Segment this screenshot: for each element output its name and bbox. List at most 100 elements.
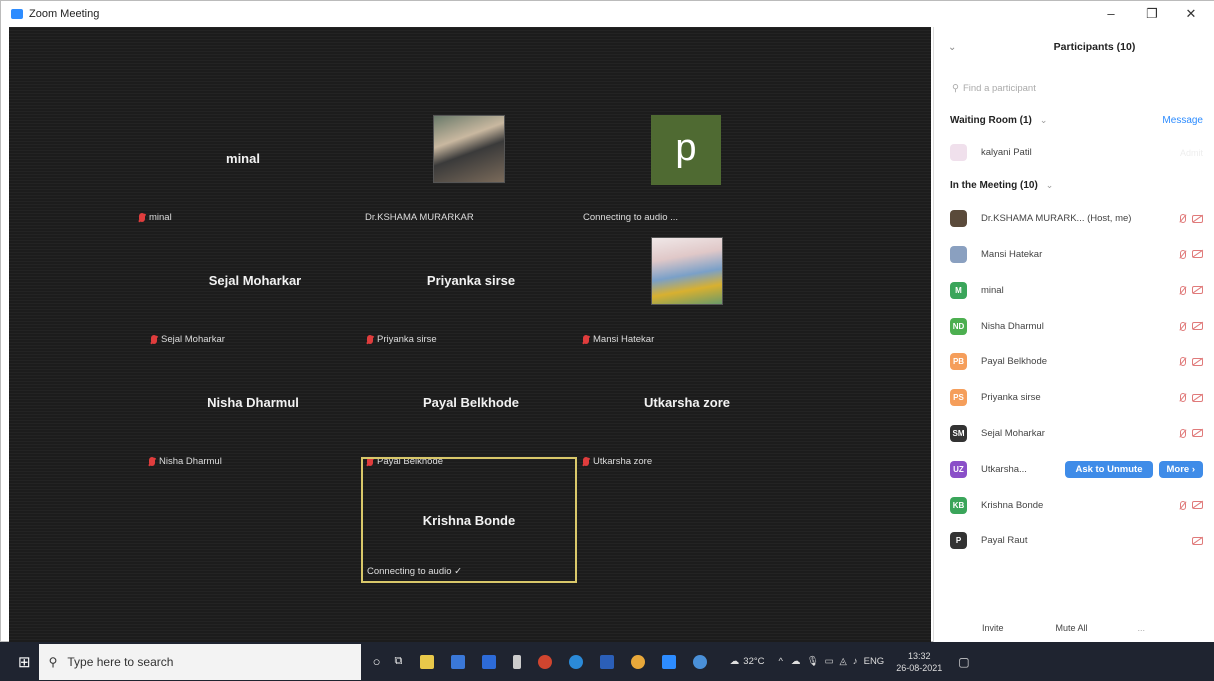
mute-all-button[interactable]: Mute All bbox=[1056, 623, 1088, 633]
participant-status-icons bbox=[1180, 357, 1203, 367]
chrome-icon[interactable] bbox=[631, 654, 646, 669]
tile-name-tag: minal bbox=[139, 212, 172, 223]
minimize-button[interactable]: – bbox=[1096, 5, 1126, 23]
tray-chevron-icon[interactable]: ^ bbox=[779, 656, 783, 667]
zoom-app-icon bbox=[11, 9, 23, 19]
video-tile[interactable]: Sejal Moharkar Sejal Moharkar bbox=[147, 227, 363, 351]
tile-big-name: Utkarsha zore bbox=[644, 395, 730, 410]
windows-start-icon[interactable]: ⊞ bbox=[18, 653, 31, 671]
more-options-button[interactable]: ... bbox=[1138, 623, 1146, 633]
participant-row[interactable]: KB Krishna Bonde bbox=[934, 487, 1214, 523]
close-button[interactable]: ✕ bbox=[1176, 5, 1206, 23]
video-off-icon bbox=[1192, 357, 1203, 366]
mic-muted-icon bbox=[367, 335, 373, 344]
ask-to-unmute-button[interactable]: Ask to Unmute bbox=[1065, 460, 1153, 478]
taskbar-search-input[interactable]: ⚲ Type here to search bbox=[38, 643, 361, 680]
tile-big-name: minal bbox=[226, 151, 260, 166]
participant-status-icons bbox=[1180, 285, 1203, 295]
mic-muted-icon bbox=[139, 213, 145, 222]
search-icon: ⚲ bbox=[48, 654, 58, 669]
participant-row[interactable]: UZ Utkarsha... Ask to Unmute More › bbox=[934, 451, 1214, 487]
active-speaker-tile[interactable]: Krishna Bonde Connecting to audio ✓ bbox=[361, 457, 577, 583]
mic-muted-icon bbox=[151, 335, 157, 344]
participant-row[interactable]: P Payal Raut bbox=[934, 523, 1214, 559]
video-tile[interactable]: Utkarsha zore Utkarsha zore bbox=[579, 349, 795, 473]
participant-search[interactable]: ⚲ Find a participant bbox=[952, 77, 1205, 99]
tile-big-name: Priyanka sirse bbox=[426, 273, 516, 288]
participant-video bbox=[433, 115, 505, 183]
tile-name-tag: Sejal Moharkar bbox=[151, 334, 225, 345]
video-off-icon bbox=[1192, 536, 1203, 545]
mail-icon[interactable] bbox=[451, 654, 466, 669]
participant-name: Nisha Dharmul bbox=[981, 320, 1044, 332]
participant-row[interactable]: PS Priyanka sirse bbox=[934, 380, 1214, 416]
bolt-app-icon[interactable] bbox=[513, 654, 522, 669]
participant-row[interactable]: Dr.KSHAMA MURARK... (Host, me) bbox=[934, 201, 1214, 237]
microphone-icon[interactable]: 🎙 bbox=[807, 656, 819, 667]
video-tile[interactable]: Payal Belkhode Payal Belkhode bbox=[363, 349, 579, 473]
participant-row[interactable]: ND Nisha Dharmul bbox=[934, 308, 1214, 344]
participants-panel: ⌄ Participants (10) ⚲ Find a participant… bbox=[933, 27, 1214, 643]
participant-name: Sejal Moharkar bbox=[981, 427, 1045, 439]
video-tile[interactable]: Priyanka sirse Priyanka sirse bbox=[363, 227, 579, 351]
participant-row[interactable]: Mminal bbox=[934, 272, 1214, 308]
help-icon[interactable] bbox=[693, 654, 708, 669]
mic-muted-icon bbox=[1180, 357, 1186, 367]
participant-row[interactable]: Mansi Hatekar bbox=[934, 237, 1214, 273]
admit-button[interactable]: Admit bbox=[1180, 148, 1203, 158]
window-title: Zoom Meeting bbox=[29, 8, 100, 20]
video-tile[interactable]: Dr.KSHAMA MURARKAR bbox=[361, 105, 577, 229]
collapse-chevron-icon[interactable]: ⌄ bbox=[948, 42, 956, 53]
volume-icon[interactable]: ♪ bbox=[853, 656, 858, 667]
maximize-button[interactable]: ❐ bbox=[1137, 5, 1167, 23]
windows-taskbar: ⊞ ⚲ Type here to search ○ ⧉ ☁ 32°C ^ ☁ 🎙… bbox=[0, 642, 1214, 681]
search-icon: ⚲ bbox=[952, 82, 959, 94]
invite-button[interactable]: Invite bbox=[982, 623, 1004, 633]
word-icon[interactable] bbox=[600, 654, 615, 669]
participant-name: Mansi Hatekar bbox=[981, 248, 1043, 260]
mic-muted-icon bbox=[583, 335, 589, 344]
video-tile[interactable]: Mansi Hatekar bbox=[579, 227, 795, 351]
zoom-window: Zoom Meeting – ❐ ✕ minal minal Dr.KSHAMA… bbox=[0, 0, 1214, 643]
clock[interactable]: 13:32 26-08-2021 bbox=[896, 650, 942, 674]
participant-row[interactable]: PB Payal Belkhode bbox=[934, 344, 1214, 380]
waiting-room-header[interactable]: Waiting Room (1) ⌄ Message bbox=[934, 105, 1214, 135]
participant-name: Dr.KSHAMA MURARK... (Host, me) bbox=[981, 213, 1132, 225]
mic-muted-icon bbox=[1180, 500, 1186, 510]
participant-row[interactable]: SM Sejal Moharkar bbox=[934, 416, 1214, 452]
cloud-icon[interactable]: ☁ bbox=[791, 656, 801, 667]
tile-name-tag: Priyanka sirse bbox=[367, 334, 437, 345]
dropbox-icon[interactable] bbox=[482, 654, 497, 669]
language-indicator[interactable]: ENG bbox=[864, 656, 885, 667]
edge-icon[interactable] bbox=[569, 654, 584, 669]
zoom-taskbar-icon[interactable] bbox=[662, 654, 677, 669]
participant-status-icons bbox=[1180, 500, 1203, 510]
more-button[interactable]: More › bbox=[1158, 460, 1203, 478]
tile-big-name: Sejal Moharkar bbox=[208, 273, 302, 288]
waiting-participant-row[interactable]: kalyani Patil Admit bbox=[934, 135, 1214, 171]
panel-header: ⌄ Participants (10) bbox=[934, 27, 1214, 67]
in-meeting-header[interactable]: In the Meeting (10) ⌄ bbox=[934, 171, 1214, 201]
video-off-icon bbox=[1192, 322, 1203, 331]
video-tile[interactable]: p Connecting to audio ... bbox=[579, 105, 795, 229]
weather-icon[interactable]: ☁ bbox=[730, 656, 740, 667]
powerpoint-icon[interactable] bbox=[538, 654, 553, 669]
message-button[interactable]: Message bbox=[1162, 115, 1203, 126]
video-tile[interactable]: minal minal bbox=[135, 105, 351, 229]
video-off-icon bbox=[1192, 286, 1203, 295]
mic-muted-icon bbox=[1180, 214, 1186, 224]
battery-icon[interactable]: ▭ bbox=[825, 656, 834, 667]
title-bar: Zoom Meeting – ❐ ✕ bbox=[1, 1, 1214, 27]
video-tile[interactable]: Nisha Dharmul Nisha Dharmul bbox=[145, 349, 361, 473]
cortana-icon[interactable]: ○ bbox=[373, 654, 381, 669]
temperature[interactable]: 32°C bbox=[743, 656, 764, 667]
notifications-icon[interactable]: ▢ bbox=[958, 655, 969, 669]
tile-name-tag: Nisha Dharmul bbox=[149, 456, 222, 467]
avatar bbox=[950, 144, 967, 162]
network-icon[interactable]: ◬ bbox=[840, 656, 847, 667]
task-view-icon[interactable]: ⧉ bbox=[394, 655, 402, 668]
tile-name-tag: Connecting to audio ... bbox=[583, 212, 679, 223]
file-explorer-icon[interactable] bbox=[420, 654, 435, 669]
participant-name: Payal Raut bbox=[981, 535, 1028, 547]
panel-footer: Invite Mute All ... bbox=[934, 623, 1214, 633]
